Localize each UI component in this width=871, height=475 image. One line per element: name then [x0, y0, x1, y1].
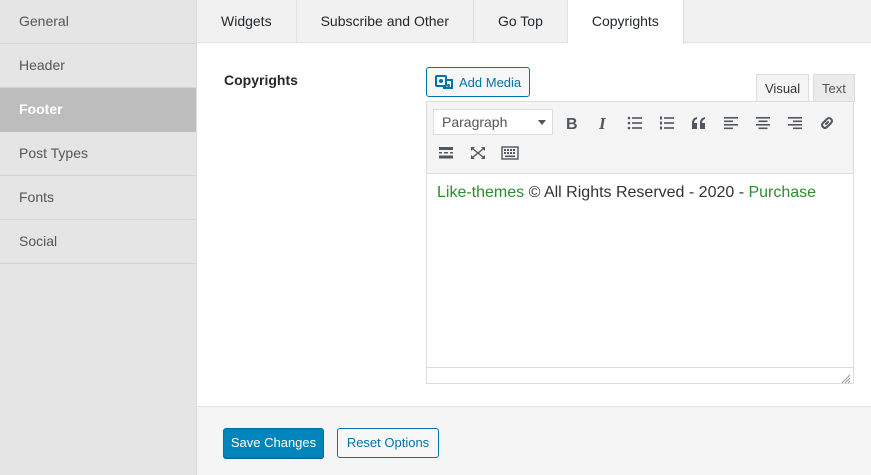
align-right-icon[interactable]	[782, 110, 808, 136]
sidebar-item-post-types[interactable]: Post Types	[0, 132, 196, 176]
sidebar-item-footer[interactable]: Footer	[0, 88, 196, 132]
like-themes-link[interactable]: Like-themes	[437, 184, 524, 201]
reset-options-button[interactable]: Reset Options	[337, 428, 439, 458]
link-icon[interactable]	[814, 110, 840, 136]
sidebar-item-header[interactable]: Header	[0, 44, 196, 88]
align-left-icon[interactable]	[718, 110, 744, 136]
svg-text:I: I	[598, 115, 607, 131]
format-select-value: Paragraph	[442, 114, 508, 130]
blockquote-icon[interactable]	[686, 110, 712, 136]
editor-toolbar: Paragraph B I	[427, 102, 853, 174]
tab-widgets[interactable]: Widgets	[197, 0, 297, 43]
sidebar-item-general[interactable]: General	[0, 0, 196, 44]
sidebar-item-social[interactable]: Social	[0, 220, 196, 264]
tab-subscribe-and-other[interactable]: Subscribe and Other	[297, 0, 474, 43]
add-media-icon	[435, 74, 453, 90]
save-changes-button[interactable]: Save Changes	[223, 428, 324, 458]
copyright-text: © All Rights Reserved - 2020 -	[524, 184, 749, 201]
bold-icon[interactable]: B	[558, 110, 584, 136]
editor-statusbar	[427, 367, 853, 384]
add-media-button[interactable]: Add Media	[426, 67, 530, 97]
tab-go-top[interactable]: Go Top	[474, 0, 568, 43]
fullscreen-icon[interactable]	[465, 140, 491, 166]
bulleted-list-icon[interactable]	[622, 110, 648, 136]
sidebar: General Header Footer Post Types Fonts S…	[0, 0, 197, 475]
purchase-link[interactable]: Purchase	[748, 184, 816, 201]
resize-grip-icon[interactable]	[841, 371, 851, 384]
svg-text:B: B	[566, 116, 578, 131]
copyrights-field-label: Copyrights	[224, 72, 298, 88]
chevron-down-icon	[538, 120, 546, 125]
settings-panel: Widgets Subscribe and Other Go Top Copyr…	[197, 0, 871, 475]
editor-content[interactable]: Like-themes © All Rights Reserved - 2020…	[427, 174, 853, 369]
toolbar-toggle-icon[interactable]	[497, 140, 523, 166]
tab-bar: Widgets Subscribe and Other Go Top Copyr…	[197, 0, 871, 44]
read-more-icon[interactable]	[433, 140, 459, 166]
rich-text-editor: Paragraph B I Like-themes © All Rights R…	[426, 101, 854, 384]
format-select[interactable]: Paragraph	[433, 109, 553, 135]
actions-bar: Save Changes Reset Options	[197, 406, 871, 475]
editor-tab-visual[interactable]: Visual	[756, 74, 810, 102]
align-center-icon[interactable]	[750, 110, 776, 136]
numbered-list-icon[interactable]	[654, 110, 680, 136]
tab-copyrights[interactable]: Copyrights	[567, 0, 684, 44]
editor-tab-text[interactable]: Text	[813, 74, 855, 102]
sidebar-item-fonts[interactable]: Fonts	[0, 176, 196, 220]
add-media-label: Add Media	[459, 74, 522, 90]
italic-icon[interactable]: I	[590, 110, 616, 136]
